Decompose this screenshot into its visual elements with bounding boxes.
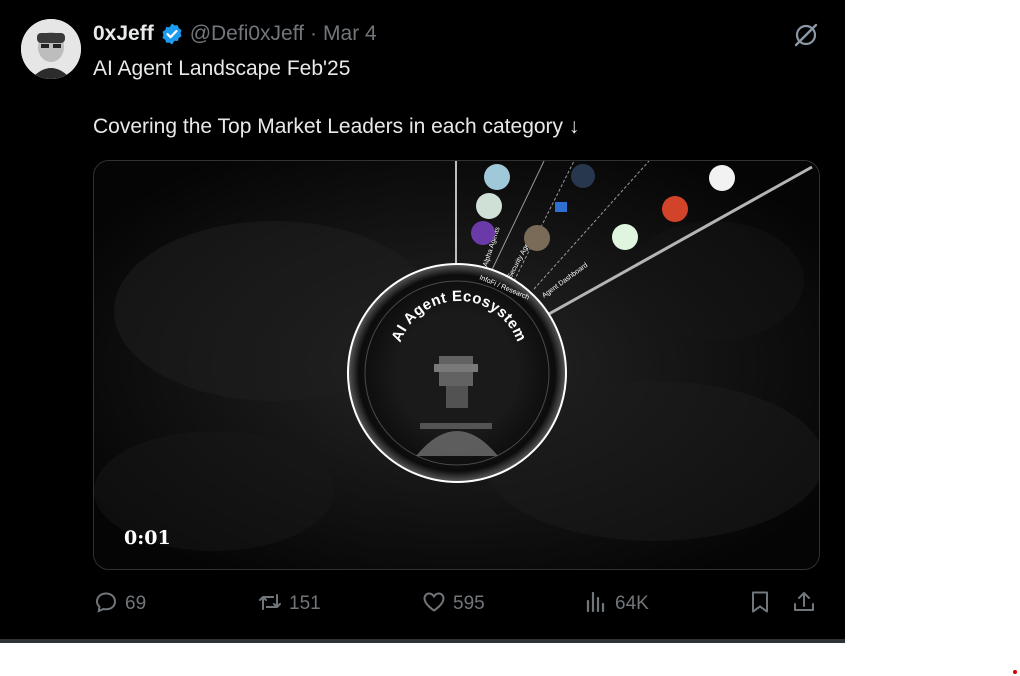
project-logo-pastel bbox=[484, 164, 510, 190]
author-handle[interactable]: @Defi0xJeff bbox=[190, 22, 304, 46]
action-bar: 69 151 595 64K bbox=[93, 586, 823, 622]
video-timestamp: 0:01 bbox=[124, 527, 171, 549]
video-player[interactable]: AI Agent Ecosystem Alpha Agents InfoFi /… bbox=[93, 160, 820, 570]
verified-badge-icon bbox=[160, 22, 184, 46]
author-name[interactable]: 0xJeff bbox=[93, 22, 154, 46]
tweet-text-gap bbox=[93, 83, 793, 112]
indicator-dot bbox=[1013, 670, 1017, 674]
share-button[interactable] bbox=[791, 586, 817, 622]
avatar-image bbox=[21, 19, 81, 79]
reply-icon bbox=[93, 589, 119, 620]
project-logo-person bbox=[524, 225, 550, 251]
tweet-card[interactable]: 0xJeff @Defi0xJeff · Mar 4 AI Agent Land… bbox=[0, 0, 845, 643]
video-frame: AI Agent Ecosystem Alpha Agents InfoFi /… bbox=[94, 161, 819, 569]
grok-icon[interactable] bbox=[793, 22, 819, 48]
reply-count: 69 bbox=[125, 593, 147, 614]
like-icon bbox=[421, 589, 447, 620]
project-logo-tile bbox=[555, 202, 567, 212]
bookmark-icon bbox=[747, 589, 773, 620]
post-date[interactable]: Mar 4 bbox=[323, 22, 377, 46]
avatar[interactable] bbox=[21, 19, 81, 79]
share-icon bbox=[791, 589, 817, 620]
project-logo-orange bbox=[662, 196, 688, 222]
bookmark-button[interactable] bbox=[747, 586, 773, 622]
views-count: 64K bbox=[615, 593, 649, 614]
reply-button[interactable]: 69 bbox=[93, 586, 146, 622]
project-logo-cogi bbox=[612, 224, 638, 250]
like-button[interactable]: 595 bbox=[421, 586, 485, 622]
project-logo-book bbox=[709, 165, 735, 191]
project-logo-cap bbox=[571, 164, 595, 188]
header-separator: · bbox=[310, 22, 318, 45]
repost-icon bbox=[257, 589, 283, 620]
tweet-text-line-1: AI Agent Landscape Feb'25 bbox=[93, 57, 351, 80]
repost-button[interactable]: 151 bbox=[257, 586, 321, 622]
project-logo-blade bbox=[476, 193, 502, 219]
views-icon bbox=[583, 589, 609, 620]
tweet-text: AI Agent Landscape Feb'25 Covering the T… bbox=[93, 54, 793, 141]
like-count: 595 bbox=[453, 593, 485, 614]
views-button[interactable]: 64K bbox=[583, 586, 649, 622]
project-logo-purple bbox=[471, 221, 495, 245]
tweet-header: 0xJeff @Defi0xJeff · Mar 4 bbox=[93, 20, 377, 48]
tweet-text-line-2: Covering the Top Market Leaders in each … bbox=[93, 115, 580, 138]
repost-count: 151 bbox=[289, 593, 321, 614]
